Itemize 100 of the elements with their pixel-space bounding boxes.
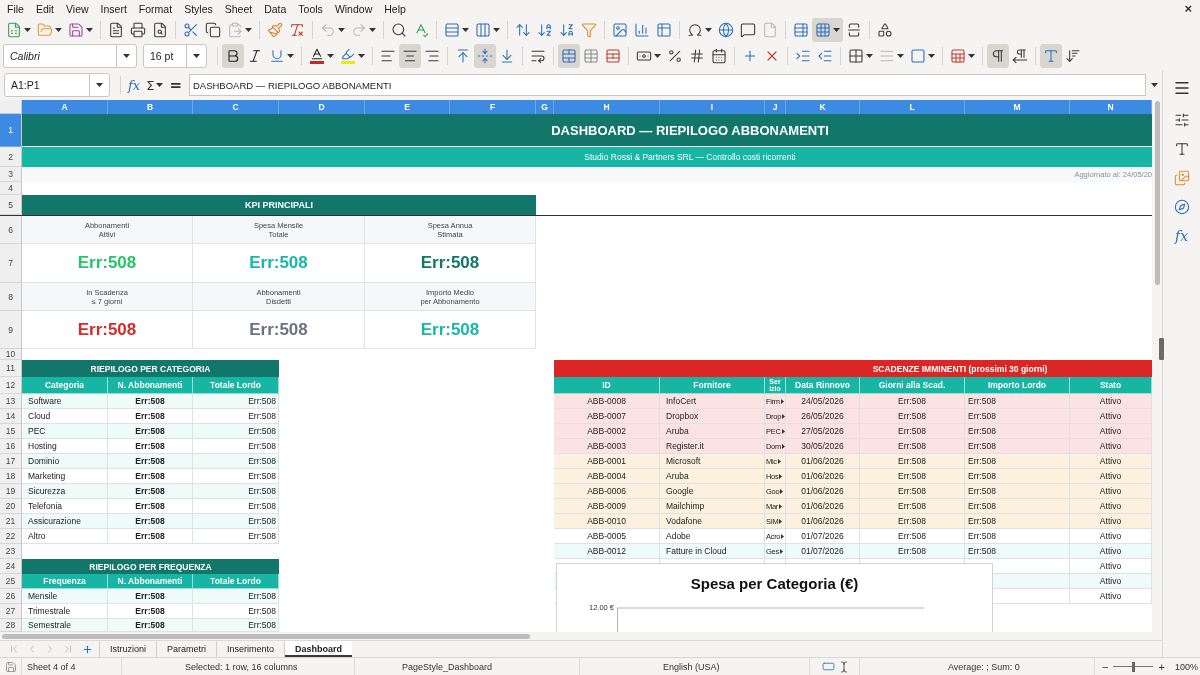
row-header[interactable]: 19: [0, 484, 22, 499]
formula-input[interactable]: DASHBOARD — RIEPILOGO ABBONAMENTI: [188, 74, 1146, 96]
formula-button[interactable]: =: [166, 74, 185, 96]
column-header[interactable]: G: [536, 100, 554, 114]
row-header[interactable]: 3: [0, 167, 22, 182]
name-box[interactable]: A1:P1: [4, 73, 110, 97]
row-header[interactable]: 4: [0, 182, 22, 195]
kpi-value: Err:508: [365, 311, 536, 349]
row-header[interactable]: 12: [0, 377, 22, 394]
scrollbar-thumb[interactable]: [1154, 101, 1160, 285]
pilcrow-icon: [990, 48, 1006, 64]
sheet-tab[interactable]: Parametri: [156, 641, 217, 657]
scissors-icon: [183, 22, 199, 38]
zoom-out-button[interactable]: −: [1101, 660, 1110, 673]
row-header[interactable]: 14: [0, 409, 22, 424]
row-header[interactable]: 6: [0, 216, 22, 244]
scrollbar-thumb[interactable]: [2, 633, 530, 639]
merge-center-button[interactable]: [558, 44, 580, 68]
bold-button[interactable]: [222, 44, 244, 68]
row-header[interactable]: 17: [0, 454, 22, 469]
menu-item[interactable]: Data: [258, 1, 293, 17]
column-header[interactable]: D: [279, 100, 365, 114]
menu-item[interactable]: File: [1, 1, 30, 17]
menu-item[interactable]: Edit: [29, 1, 60, 17]
menu-item[interactable]: View: [60, 1, 95, 17]
column-header[interactable]: L: [860, 100, 965, 114]
row-header[interactable]: 15: [0, 424, 22, 439]
column-header[interactable]: B: [108, 100, 193, 114]
dropdown-arrow-icon: [358, 54, 365, 58]
row-header[interactable]: 9: [0, 311, 22, 349]
sheet-tab[interactable]: Istruzioni: [99, 641, 156, 657]
rectangle-icon: [822, 660, 835, 673]
dropdown-arrow-icon: [123, 54, 130, 58]
row-header[interactable]: 28: [0, 619, 22, 632]
row-header[interactable]: 27: [0, 604, 22, 619]
left-to-right-button[interactable]: [987, 44, 1009, 68]
dropdown-arrow-icon: [24, 28, 31, 32]
column-header[interactable]: A: [22, 100, 108, 114]
font-name-combobox[interactable]: Calibri: [3, 44, 137, 68]
table-cell: Attivo: [1070, 589, 1152, 604]
column-header[interactable]: C: [193, 100, 279, 114]
row-header[interactable]: 1: [0, 114, 22, 147]
column-header[interactable]: M: [965, 100, 1070, 114]
dropdown-arrow-icon: [245, 28, 252, 32]
font-size-combobox[interactable]: 16 pt: [143, 44, 207, 68]
row-header[interactable]: 18: [0, 469, 22, 484]
align-center-button[interactable]: [399, 44, 421, 68]
dropdown-arrow-icon: [55, 28, 62, 32]
row-header[interactable]: 20: [0, 499, 22, 514]
dropdown-arrow-icon: [462, 28, 469, 32]
highlighter-icon: [340, 47, 356, 65]
column-header[interactable]: J: [765, 100, 786, 114]
row-header[interactable]: 24: [0, 559, 22, 574]
freeze-button[interactable]: [812, 18, 843, 42]
menu-item[interactable]: Help: [378, 1, 412, 17]
row-header[interactable]: 13: [0, 394, 22, 409]
menu-item[interactable]: Format: [132, 1, 179, 17]
row-header[interactable]: 11: [0, 360, 22, 377]
sheet-tab[interactable]: Dashboard: [284, 641, 353, 657]
menu-item[interactable]: Window: [328, 1, 379, 17]
plus-icon: [742, 48, 758, 64]
align-middle-button[interactable]: [474, 44, 496, 68]
row-header[interactable]: 5: [0, 195, 22, 215]
column-header[interactable]: K: [786, 100, 860, 114]
row-header[interactable]: 8: [0, 283, 22, 311]
dropdown-arrow-icon: [338, 28, 345, 32]
column-header[interactable]: I: [660, 100, 765, 114]
zoom-percent-text: 100%: [1174, 661, 1198, 672]
row-header[interactable]: 16: [0, 439, 22, 454]
function-wizard-button[interactable]: fx: [125, 74, 144, 96]
menu-item[interactable]: Sheet: [218, 1, 259, 17]
section-title: RIEPILOGO PER CATEGORIA: [22, 360, 279, 377]
table-columns-icon: [475, 22, 491, 38]
menu-item[interactable]: Styles: [178, 1, 219, 17]
column-header[interactable]: F: [450, 100, 536, 114]
redo-icon: [351, 22, 367, 38]
row-header[interactable]: 2: [0, 147, 22, 167]
section-title: RIEPILOGO PER FREQUENZA: [22, 559, 279, 574]
sidebar-collapse-handle[interactable]: [1159, 338, 1164, 360]
slider-thumb[interactable]: [1132, 661, 1136, 672]
column-header[interactable]: H: [554, 100, 660, 114]
funnel-icon: [581, 22, 597, 38]
menu-item[interactable]: Tools: [292, 1, 329, 17]
overflow-arrow-icon: [781, 533, 785, 539]
column-header[interactable]: E: [365, 100, 450, 114]
row-header[interactable]: 26: [0, 589, 22, 604]
row-header[interactable]: 22: [0, 529, 22, 544]
italic-icon: [247, 48, 263, 64]
menu-item[interactable]: Insert: [94, 1, 133, 17]
row-header[interactable]: 21: [0, 514, 22, 529]
sum-button[interactable]: Σ: [143, 74, 167, 96]
table-rows-icon: [444, 22, 460, 38]
zoom-in-button[interactable]: +: [1157, 660, 1166, 673]
row-header[interactable]: 7: [0, 244, 22, 283]
row-header[interactable]: 25: [0, 574, 22, 589]
close-document-button[interactable]: ×: [1180, 2, 1196, 16]
column-header[interactable]: N: [1070, 100, 1152, 114]
row-header[interactable]: 23: [0, 544, 22, 559]
clear-formatting-icon: [289, 22, 305, 38]
text-icon: [1043, 48, 1059, 64]
